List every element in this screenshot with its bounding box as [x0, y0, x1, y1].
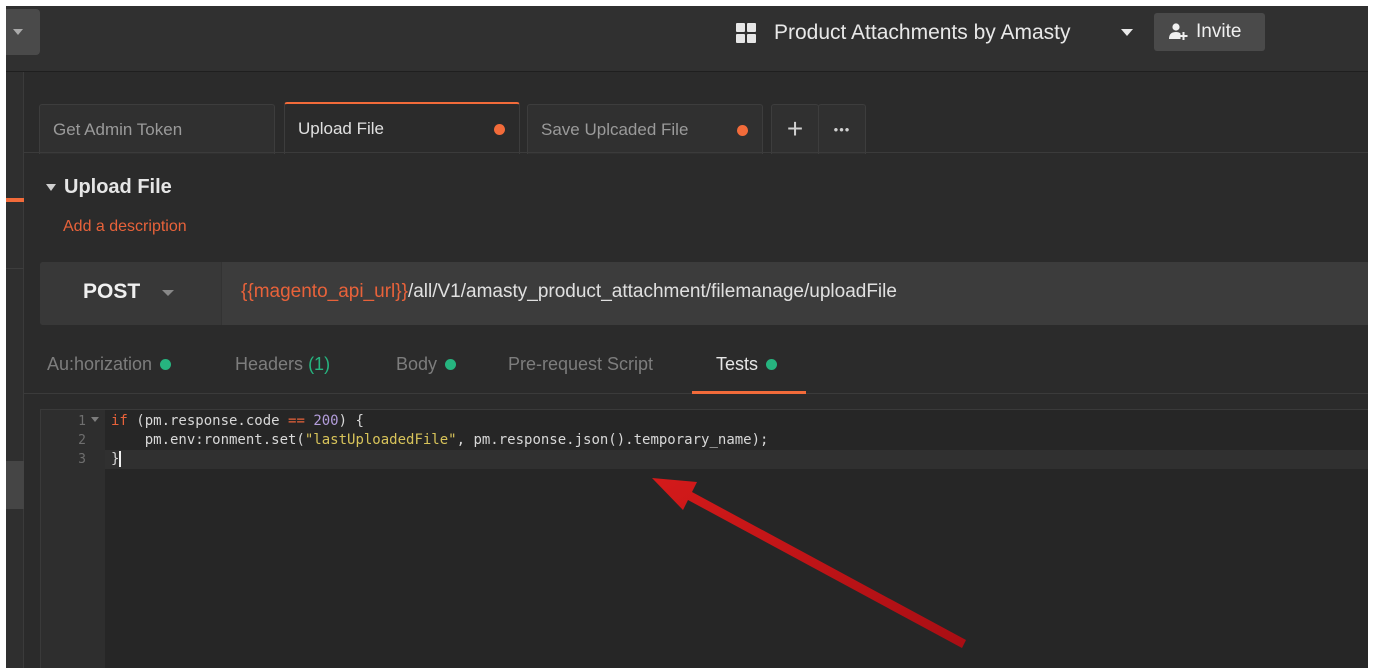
unsaved-dot-icon	[494, 124, 505, 135]
add-description-link[interactable]: Add a description	[63, 218, 187, 236]
code-line: pm.env:ronment.set("lastUploadedFile", p…	[111, 432, 769, 448]
subtab-label: Au:horization	[47, 354, 153, 374]
status-dot-icon	[766, 358, 778, 370]
tab-label: Save Uplcaded File	[541, 120, 689, 139]
caret-down-icon	[46, 184, 56, 191]
tests-code-editor[interactable]: 1 2 3 if (pm.response.code == 200) { pm.…	[40, 409, 1368, 668]
tab-label: Upload File	[298, 119, 384, 138]
method-select[interactable]: POST	[40, 262, 222, 325]
sidebar-accent	[6, 198, 24, 202]
status-dot-icon	[445, 358, 457, 370]
caret-down-icon	[162, 290, 174, 296]
code-line: if (pm.response.code == 200) {	[111, 413, 364, 429]
invite-label: Invite	[1196, 21, 1242, 42]
sidebar-selected-item[interactable]	[6, 461, 24, 509]
code-line: }	[111, 451, 122, 467]
url-variable: {{magento_api_url}}	[241, 281, 408, 302]
text-cursor	[119, 451, 122, 467]
tab-label: Get Admin Token	[53, 120, 183, 139]
add-user-icon	[1169, 23, 1188, 40]
plus-icon: +	[786, 113, 804, 144]
more-icon: •••	[833, 122, 851, 137]
subtab-headers[interactable]: Headers (1)	[235, 354, 330, 375]
sidebar-divider	[6, 268, 24, 269]
line-number-gutter: 1 2 3	[41, 410, 105, 668]
subtab-label: Pre-request Script	[508, 354, 654, 374]
headers-count: (1)	[308, 354, 331, 374]
workspace-name[interactable]: Product Attachments by Amasty	[774, 20, 1070, 46]
subtab-label: Tests	[716, 354, 759, 374]
subtab-authorization[interactable]: Au:horization	[47, 354, 172, 375]
unsaved-dot-icon	[737, 125, 748, 136]
top-bar: Product Attachments by Amasty Invite	[6, 6, 1368, 72]
method-label: POST	[83, 280, 141, 303]
sidebar-dropdown[interactable]	[6, 9, 40, 55]
line-number: 2	[78, 433, 86, 448]
sidebar-rail	[6, 72, 24, 668]
more-tabs-button[interactable]: •••	[818, 104, 866, 154]
fold-icon[interactable]	[91, 417, 99, 422]
active-line-highlight	[105, 450, 1368, 469]
tab-get-admin-token[interactable]: Get Admin Token	[39, 104, 275, 154]
subtab-label: Headers	[235, 354, 304, 374]
tab-upload-file[interactable]: Upload File	[284, 102, 520, 154]
url-input[interactable]: {{magento_api_url}}/all/V1/amasty_produc…	[241, 281, 897, 303]
subtab-label: Body	[396, 354, 438, 374]
workspace-grid-icon	[736, 23, 756, 43]
url-path: /all/V1/amasty_product_attachment/filema…	[407, 281, 897, 302]
request-name-toggle[interactable]: Upload File	[46, 176, 172, 199]
active-subtab-indicator	[692, 391, 806, 394]
line-number: 1	[78, 414, 86, 429]
new-tab-button[interactable]: +	[771, 104, 819, 154]
app-window: Product Attachments by Amasty Invite Get…	[6, 6, 1368, 668]
line-number: 3	[78, 452, 86, 467]
request-name: Upload File	[64, 176, 172, 198]
subtab-pre-request-script[interactable]: Pre-request Script	[508, 354, 653, 375]
tab-save-uploaded-file[interactable]: Save Uplcaded File	[527, 104, 763, 154]
chevron-down-icon[interactable]	[1121, 29, 1133, 36]
url-bar: POST {{magento_api_url}}/all/V1/amasty_p…	[40, 262, 1368, 325]
invite-button[interactable]: Invite	[1154, 13, 1265, 51]
subtab-tests[interactable]: Tests	[716, 354, 778, 375]
status-dot-icon	[160, 358, 172, 370]
subtab-body[interactable]: Body	[396, 354, 457, 375]
caret-down-icon	[13, 29, 23, 35]
tabs-divider	[24, 152, 1368, 153]
request-subtabs: Au:horization Headers (1) Body Pre-reque…	[24, 344, 1368, 394]
